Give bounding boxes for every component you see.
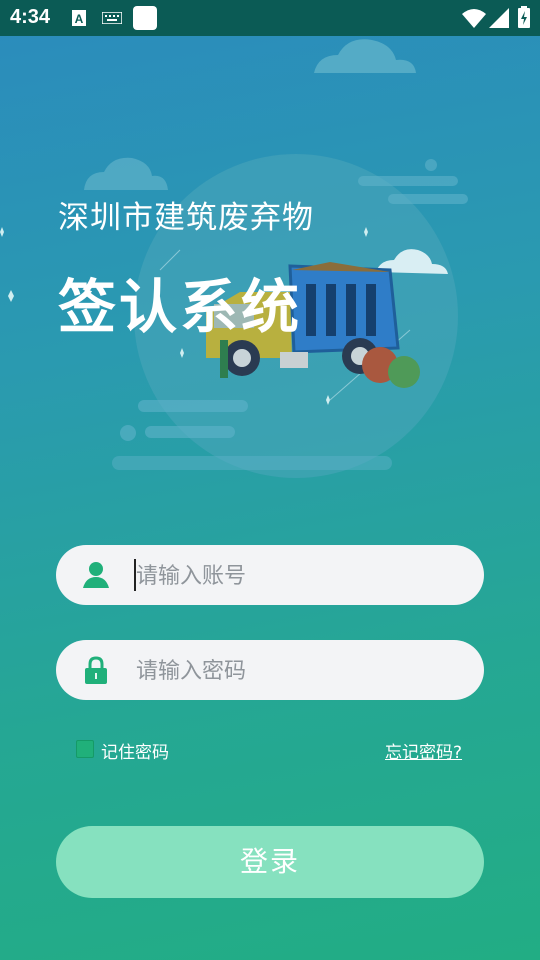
login-screen: 4:34 A 深圳市建筑废弃物 签认系统 请输入账号 记住密码 忘记密码? 登录	[0, 0, 540, 960]
login-button[interactable]: 登录	[56, 826, 484, 898]
blank-square-icon	[133, 6, 157, 30]
password-field[interactable]	[56, 640, 484, 700]
wifi-icon	[462, 9, 486, 28]
cloud-shape	[84, 157, 168, 190]
status-bar: 4:34 A	[0, 0, 540, 36]
user-icon	[83, 562, 109, 588]
password-input[interactable]	[134, 650, 468, 692]
checkbox-box[interactable]	[76, 740, 94, 758]
battery-charging-icon	[518, 6, 530, 28]
svg-text:A: A	[75, 12, 84, 26]
app-title: 签认系统	[58, 273, 303, 341]
account-field[interactable]	[56, 545, 484, 605]
keyboard-icon	[102, 12, 122, 24]
cloud-shape	[314, 39, 416, 73]
lock-icon	[85, 656, 107, 684]
remember-password-label: 记住密码	[101, 743, 169, 763]
signal-icon	[489, 8, 509, 28]
app-subtitle: 深圳市建筑废弃物	[58, 200, 314, 236]
forgot-password-link[interactable]: 忘记密码?	[385, 738, 462, 763]
status-time: 4:34	[10, 6, 51, 28]
text-a-icon: A	[72, 10, 86, 26]
account-input[interactable]	[134, 555, 468, 597]
